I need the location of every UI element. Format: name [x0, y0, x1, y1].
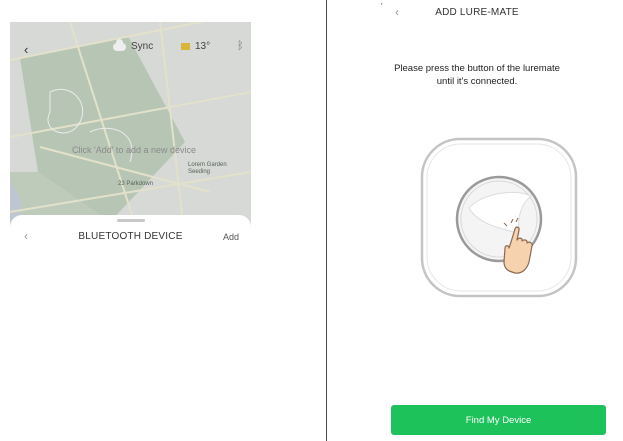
cloud-icon	[113, 38, 126, 51]
bluetooth-icon[interactable]: ᛒ	[237, 40, 244, 52]
add-device-button[interactable]: Add	[223, 232, 239, 242]
map-label-garden: Lorem Garden Seeding	[188, 162, 227, 175]
bluetooth-device-screen: ‹ Sync 13° ᛒ 23 Parkdown Lorem Garden Se…	[0, 0, 326, 441]
sync-label: Sync	[131, 41, 154, 52]
bluetooth-device-sheet: ‹ BLUETOOTH DEVICE Add	[10, 215, 251, 441]
weather-widget[interactable]: 13°	[181, 41, 210, 52]
temperature-label: 13°	[195, 41, 211, 52]
luremate-device-icon	[420, 137, 578, 298]
instruction-line-2: until it's connected.	[436, 76, 518, 87]
weather-flag-icon	[181, 43, 190, 50]
map-back-icon[interactable]: ‹	[24, 42, 28, 57]
map-view[interactable]: ‹ Sync 13° ᛒ 23 Parkdown Lorem Garden Se…	[10, 22, 251, 240]
map-label-parkdown: 23 Parkdown	[118, 181, 154, 187]
page-title: ADD LURE-MATE	[435, 7, 519, 18]
find-my-device-button[interactable]: Find My Device	[391, 405, 606, 435]
empty-device-message: Click 'Add' to add a new device	[71, 145, 196, 155]
map-background	[10, 22, 251, 240]
add-luremate-screen: ' ‹ ADD LURE-MATE Please press the butto…	[327, 0, 623, 441]
sync-button[interactable]: Sync	[113, 38, 154, 52]
sheet-drag-handle[interactable]	[117, 219, 145, 222]
instruction-text: Please press the button of the luremate …	[327, 62, 623, 88]
sheet-title: BLUETOOTH DEVICE	[78, 231, 183, 242]
instruction-line-1: Please press the button of the luremate	[394, 63, 560, 74]
